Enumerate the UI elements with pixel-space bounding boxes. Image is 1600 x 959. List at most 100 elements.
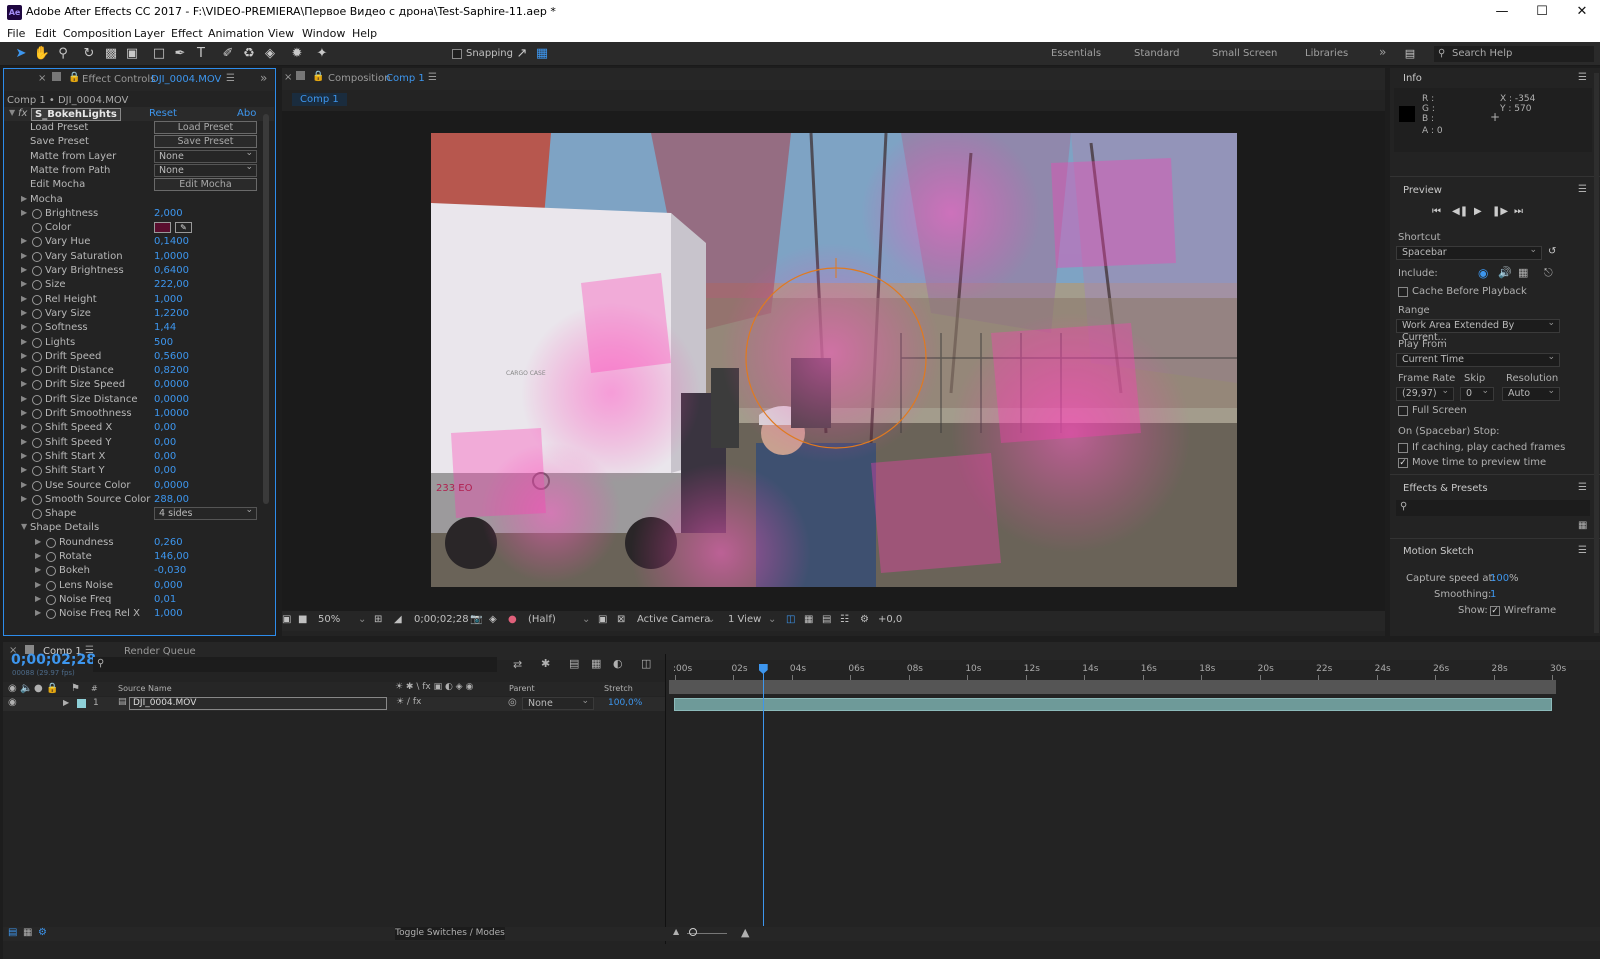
wireframe-checkbox[interactable]: ✓ xyxy=(1490,606,1500,616)
shift-speed-y-value[interactable]: 0,00 xyxy=(154,437,176,448)
layer-label-color[interactable] xyxy=(77,699,86,708)
effects-presets-menu-icon[interactable]: ☰ xyxy=(1578,482,1587,493)
in-out-pane-icon[interactable]: ⚙ xyxy=(38,927,47,938)
drift-distance-expand-icon[interactable]: ▶ xyxy=(21,365,27,374)
draft-3d-icon[interactable]: ✱ xyxy=(541,657,550,670)
pick-whip-icon[interactable]: ◎ xyxy=(508,697,517,708)
softness-value[interactable]: 1,44 xyxy=(154,322,176,333)
menu-composition[interactable]: Composition xyxy=(63,27,132,40)
viewer-timecode[interactable]: 0;00;02;28 xyxy=(414,614,469,625)
resolution-chevron-icon[interactable]: ⌄ xyxy=(582,614,590,625)
range-dropdown[interactable]: Work Area Extended By Current... xyxy=(1396,317,1560,343)
fast-previews-icon[interactable]: ▦ xyxy=(804,614,813,625)
graph-editor-icon[interactable]: ◫ xyxy=(641,657,651,670)
bokeh-stopwatch-icon[interactable] xyxy=(46,566,56,577)
resolution-preview-dropdown[interactable]: Auto xyxy=(1502,385,1560,401)
panel-menu-icon[interactable]: ☰ xyxy=(226,73,235,84)
smooth-source-color-value[interactable]: 288,00 xyxy=(154,494,189,505)
brush-tool-icon[interactable]: ✐ xyxy=(219,45,237,63)
composition-tab[interactable]: Composition xyxy=(328,73,390,84)
vary-hue-value[interactable]: 0,1400 xyxy=(154,236,189,247)
lens-noise-stopwatch-icon[interactable] xyxy=(46,580,56,591)
zoom-in-icon[interactable]: ▲ xyxy=(741,926,749,939)
info-menu-icon[interactable]: ☰ xyxy=(1578,72,1587,83)
next-frame-icon[interactable]: ❚▶ xyxy=(1492,206,1508,217)
layer-duration-bar[interactable] xyxy=(674,698,1552,711)
shift-speed-x-stopwatch-icon[interactable] xyxy=(32,423,42,434)
camera-dropdown[interactable]: Active Camera xyxy=(637,614,710,625)
resolution-dropdown[interactable]: (Half) xyxy=(528,614,556,625)
lights-stopwatch-icon[interactable] xyxy=(32,337,42,348)
menu-layer[interactable]: Layer xyxy=(134,27,165,40)
drift-smoothness-stopwatch-icon[interactable] xyxy=(32,409,42,419)
snapshot-icon[interactable]: 📷 xyxy=(470,614,482,625)
shift-speed-x-expand-icon[interactable]: ▶ xyxy=(21,422,27,431)
shape-details-expand-icon[interactable]: ▼ xyxy=(21,522,27,531)
layer-switches-icon[interactable]: ☀ / fx xyxy=(396,697,421,707)
effect-reset-link[interactable]: Reset xyxy=(149,108,177,119)
vary-hue-expand-icon[interactable]: ▶ xyxy=(21,236,27,245)
effect-controls-tab[interactable]: Effect Controls xyxy=(82,74,155,85)
previous-frame-icon[interactable]: ◀❚ xyxy=(1452,206,1468,217)
noise-freq-stopwatch-icon[interactable] xyxy=(46,594,56,605)
close-tab-icon[interactable]: × xyxy=(38,73,46,84)
drift-distance-value[interactable]: 0,8200 xyxy=(154,365,189,376)
shift-start-y-stopwatch-icon[interactable] xyxy=(32,466,42,477)
smooth-source-color-expand-icon[interactable]: ▶ xyxy=(21,494,27,503)
menu-animation[interactable]: Animation xyxy=(208,27,264,40)
drift-speed-stopwatch-icon[interactable] xyxy=(32,351,42,362)
vary-brightness-value[interactable]: 0,6400 xyxy=(154,265,189,276)
views-chevron-icon[interactable]: ⌄ xyxy=(768,614,776,625)
use-source-color-expand-icon[interactable]: ▶ xyxy=(21,480,27,489)
shape-stopwatch-icon[interactable] xyxy=(32,509,42,520)
camera-chevron-icon[interactable]: ⌄ xyxy=(707,614,715,625)
puppet-pin-tool-icon[interactable]: ✦ xyxy=(313,45,331,63)
snapping-checkbox[interactable] xyxy=(452,49,462,59)
shift-start-y-expand-icon[interactable]: ▶ xyxy=(21,465,27,474)
motion-sketch-menu-icon[interactable]: ☰ xyxy=(1578,545,1587,556)
zoom-slider-handle[interactable] xyxy=(689,928,697,936)
clone-stamp-tool-icon[interactable]: ♻ xyxy=(240,45,258,63)
hand-tool-icon[interactable]: ✋ xyxy=(33,45,51,63)
menu-file[interactable]: File xyxy=(7,27,25,40)
current-timecode[interactable]: 0;00;02;28 xyxy=(11,652,96,668)
shortcut-dropdown[interactable]: Spacebar xyxy=(1396,244,1542,260)
eyedropper-icon[interactable]: ✎ xyxy=(175,222,192,234)
vary-size-expand-icon[interactable]: ▶ xyxy=(21,308,27,317)
lock-column-icon[interactable]: 🔒 xyxy=(46,683,58,694)
views-dropdown[interactable]: 1 View xyxy=(728,614,761,625)
flowchart-icon[interactable]: ☷ xyxy=(840,614,849,625)
use-source-color-value[interactable]: 0,0000 xyxy=(154,480,189,491)
menu-edit[interactable]: Edit xyxy=(35,27,56,40)
transfer-controls-icon[interactable]: ▦ xyxy=(23,927,32,938)
noise-freq-rel-x-stopwatch-icon[interactable] xyxy=(46,609,56,620)
timeline-search-input[interactable]: ⚲ xyxy=(93,657,497,672)
effect-name[interactable]: S_BokehLights xyxy=(31,108,121,121)
move-time-checkbox[interactable]: ✓ xyxy=(1398,458,1408,468)
stretch-header[interactable]: Stretch xyxy=(604,684,633,693)
drift-size-speed-stopwatch-icon[interactable] xyxy=(32,380,42,391)
effect-header-row[interactable]: ▼ fx S_BokehLights Reset Abo xyxy=(4,107,274,121)
region-of-interest-icon[interactable]: ▣ xyxy=(598,614,607,625)
panel-menu-icon[interactable]: ☰ xyxy=(428,72,437,83)
skip-dropdown[interactable]: 0 xyxy=(1460,385,1494,401)
full-screen-checkbox[interactable] xyxy=(1398,406,1408,416)
brightness-value[interactable]: 2,000 xyxy=(154,208,183,219)
rotate-stopwatch-icon[interactable] xyxy=(46,552,56,562)
roundness-stopwatch-icon[interactable] xyxy=(46,537,56,548)
type-tool-icon[interactable]: T xyxy=(192,45,210,63)
time-ruler[interactable]: :00s 02s 04s 06s 08s 10s 12s 14s 16s 18s 20s 22s 24s… xyxy=(669,660,1566,680)
lens-noise-expand-icon[interactable]: ▶ xyxy=(35,580,41,589)
sync-settings-icon[interactable]: ▤ xyxy=(1401,45,1419,63)
more-workspaces-icon[interactable]: » xyxy=(1379,45,1386,59)
selection-tool-icon[interactable]: ➤ xyxy=(12,45,30,63)
layer-switches-pane-icon[interactable]: ▤ xyxy=(8,927,17,938)
zoom-out-icon[interactable]: ▲ xyxy=(673,927,679,936)
matte-from-path-dropdown[interactable]: None xyxy=(154,162,257,177)
collapse-effect-icon[interactable]: ▼ xyxy=(9,108,15,117)
workspace-essentials[interactable]: Essentials xyxy=(1051,48,1101,59)
load-preset-button[interactable]: Load Preset xyxy=(154,121,257,134)
search-help-input[interactable]: ⚲ Search Help xyxy=(1434,46,1594,62)
reset-shortcut-icon[interactable]: ↺ xyxy=(1548,246,1556,257)
motion-blur-icon[interactable]: ◐ xyxy=(613,657,623,670)
